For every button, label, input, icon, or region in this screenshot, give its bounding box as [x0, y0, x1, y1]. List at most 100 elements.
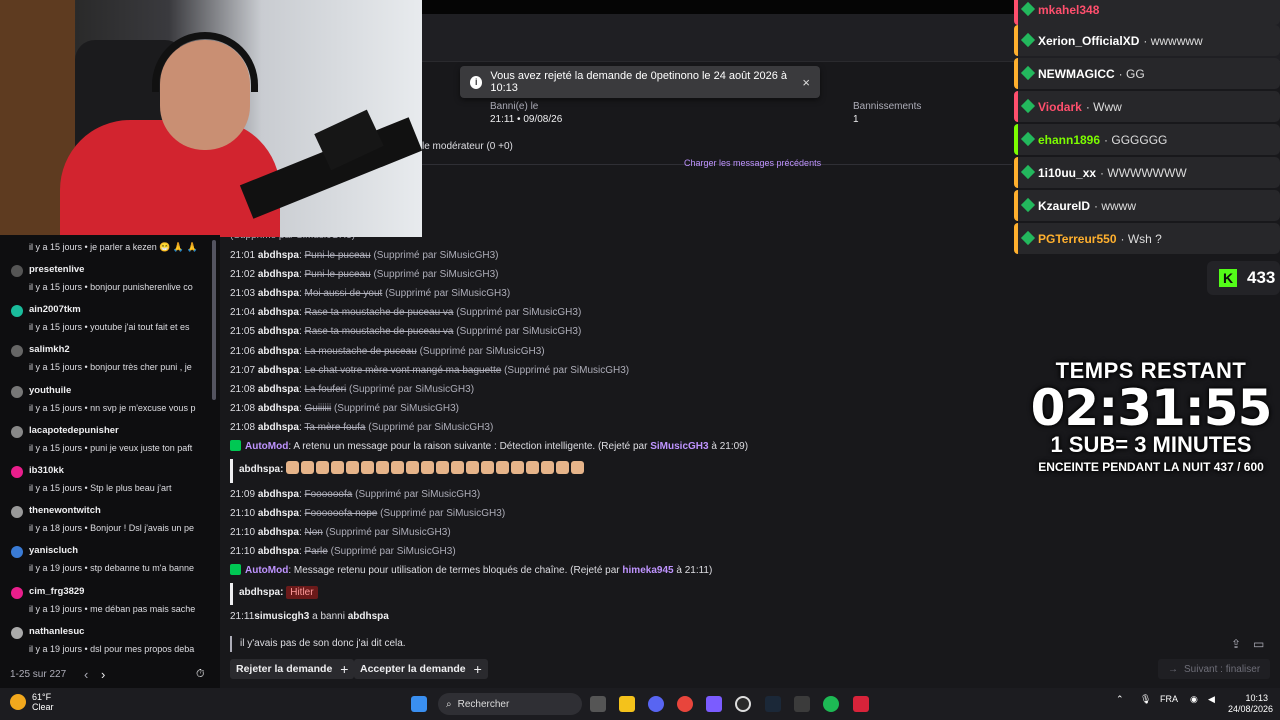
windows-start-icon[interactable] [411, 696, 427, 712]
message-user[interactable]: abdhspa [258, 508, 299, 519]
chat-message: 21:04 abdhspa: Rase ta moustache de puce… [230, 307, 582, 319]
message-note: (Supprimé par SiMusicGH3) [373, 249, 499, 261]
unban-request-item[interactable]: yaniscluch il y a 19 jours • stp debanne … [0, 542, 220, 582]
chat-message: 21:08 abdhspa: La fouferi (Supprimé par … [230, 383, 475, 395]
app-icon[interactable] [853, 696, 869, 712]
close-icon[interactable]: × [802, 75, 810, 90]
app-grid-icon[interactable] [706, 696, 722, 712]
emote-icon [556, 460, 570, 474]
accept-request-button[interactable]: Accepter la demande + [354, 659, 488, 679]
language-indicator[interactable]: FRA [1160, 694, 1178, 704]
spotify-icon[interactable] [823, 696, 839, 712]
chevron-up-icon[interactable]: ⌃ [1116, 694, 1124, 705]
message-user[interactable]: abdhspa [258, 288, 299, 299]
message-time: 21:10 [230, 527, 256, 538]
reject-request-button[interactable]: Rejeter la demande + [230, 659, 355, 679]
stream-chat-message: NEWMAGICC · GG [1014, 58, 1280, 89]
message-user[interactable]: abdhspa [258, 527, 299, 538]
message-user[interactable]: abdhspa [258, 365, 299, 376]
message-text: Foooooofa nope [304, 507, 378, 519]
message-text: Le chat votre mère vont mangé ma baguett… [304, 364, 502, 376]
discord-icon[interactable] [648, 696, 664, 712]
plus-icon: + [340, 661, 349, 677]
avatar [11, 425, 23, 438]
avatar [11, 586, 23, 599]
emote-icon [331, 460, 345, 474]
weather-widget[interactable]: 61°F Clear [10, 692, 54, 712]
message-time: 21:06 [230, 345, 256, 357]
emote-icon [316, 460, 330, 474]
avatar [11, 546, 23, 559]
message-user[interactable]: abdhspa [258, 489, 299, 500]
emote-icon [436, 460, 450, 474]
next-finalize-button[interactable]: → Suivant : finaliser [1158, 659, 1271, 679]
chat-message: 21:07 abdhspa: Le chat votre mère vont m… [230, 364, 630, 376]
xbox-icon[interactable] [794, 696, 810, 712]
message-user[interactable]: abdhspa [258, 307, 299, 318]
chat-text: · GGGGGG [1104, 132, 1168, 147]
obs-icon[interactable] [735, 696, 751, 712]
message-log: par SiMusicGH3) par SiMusicGH3) (Supprim… [230, 188, 1010, 626]
taskbar-search[interactable]: ⌕ Rechercher [438, 693, 582, 715]
badge-icon [1020, 230, 1036, 246]
emote-icon [496, 460, 510, 474]
request-preview: il y a 15 jours • Stp le plus beau j'art [29, 483, 172, 493]
message-note: (Supprimé par SiMusicGH3) [456, 326, 582, 338]
emote-icon [511, 460, 525, 474]
message-text: La fouferi [304, 383, 347, 395]
message-text: Non [304, 527, 323, 538]
file-explorer-icon[interactable] [619, 696, 635, 712]
kick-viewer-count: K 433 [1207, 261, 1280, 295]
message-user[interactable]: abdhspa [258, 346, 299, 357]
automod-quote-2: abdhspa: Hitler [230, 582, 1010, 605]
message-user[interactable]: abdhspa [258, 403, 299, 414]
chat-username: mkahel348 [1038, 2, 1100, 17]
emote-icon [571, 460, 585, 474]
unban-request-item[interactable]: ain2007tkm il y a 15 jours • youtube j'ai… [0, 301, 220, 341]
unban-request-item[interactable]: presetenlive il y a 15 jours • bonjour pu… [0, 261, 220, 301]
volume-icon[interactable]: ◀ [1208, 694, 1215, 705]
stream-chat-message: Viodark · Www [1014, 91, 1280, 122]
unban-request-item[interactable]: salimkh2 il y a 15 jours • bonjour très c… [0, 341, 220, 381]
unban-request-item[interactable]: cim_frg3829 il y a 19 jours • me déban pa… [0, 583, 220, 623]
share-icon[interactable]: ⇪ [1231, 637, 1241, 651]
message-user[interactable]: abdhspa [258, 384, 299, 395]
avatar [11, 345, 23, 358]
message-user[interactable]: abdhspa [258, 250, 299, 261]
unban-request-item[interactable]: lacapotedepunisher il y a 15 jours • puni… [0, 422, 220, 462]
emote-icon [301, 460, 315, 474]
message-text: Puni le puceau [304, 249, 371, 261]
unban-request-item[interactable]: ib310kk il y a 15 jours • Stp le plus bea… [0, 462, 220, 502]
message-text: Foooooofa [304, 488, 353, 500]
load-previous-link[interactable]: Charger les messages précédents [684, 158, 821, 168]
chat-icon[interactable]: ▭ [1253, 637, 1264, 651]
mic-icon[interactable]: 🎙 [1140, 694, 1151, 705]
message-user[interactable]: abdhspa [258, 422, 299, 433]
message-text: Moi aussi de yout [304, 287, 383, 299]
unban-request-item[interactable]: thenewontwitch il y a 18 jours • Bonjour … [0, 502, 220, 542]
message-note: (Supprimé par SiMusicGH3) [368, 422, 494, 434]
task-view-icon[interactable] [590, 696, 606, 712]
timer-icon[interactable]: ⏱ [196, 668, 205, 681]
chat-accent [1014, 91, 1018, 122]
steam-icon[interactable] [765, 696, 781, 712]
request-preview: il y a 15 jours • bonjour très cher puni… [29, 362, 192, 373]
request-username: salimkh2 [29, 344, 70, 356]
message-note: (Supprimé par SiMusicGH3) [325, 527, 451, 538]
scrollbar[interactable] [212, 240, 216, 400]
prev-page-button[interactable]: ‹ [84, 667, 88, 682]
next-page-button[interactable]: › [101, 667, 105, 682]
message-user[interactable]: abdhspa [258, 269, 299, 280]
unban-request-item[interactable]: il y a 15 jours • je parler a kezen 😁 🙏 … [0, 235, 220, 261]
wifi-icon[interactable]: ◉ [1190, 694, 1198, 705]
unban-request-item[interactable]: youthuile il y a 15 jours • nn svp je m'e… [0, 382, 220, 422]
clock[interactable]: 10:13 24/08/2026 [1228, 693, 1273, 715]
unban-request-item[interactable]: nathanlesuc il y a 19 jours • dsl pour me… [0, 623, 220, 660]
message-user[interactable]: abdhspa [258, 326, 299, 337]
message-user[interactable]: abdhspa [258, 546, 299, 557]
chat-username: 1i10uu_xx [1038, 165, 1097, 180]
chrome-icon[interactable] [677, 696, 693, 712]
message-time: 21:01 [230, 249, 256, 261]
chat-accent [1014, 124, 1018, 155]
taskbar: 61°F Clear ⌕ Rechercher ⌃ 🎙 FRA ◉ ◀ 10:13 … [0, 688, 1280, 720]
